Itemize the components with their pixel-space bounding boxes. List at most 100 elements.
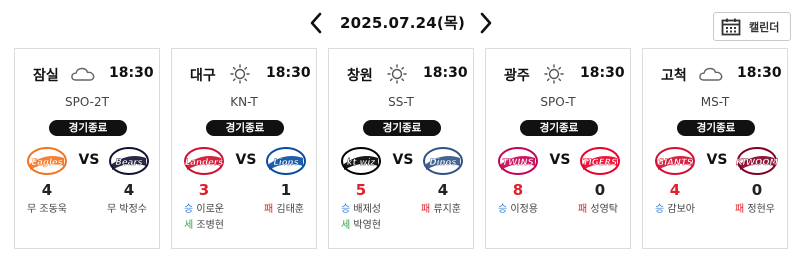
kiwoom-logo: KIWOOM bbox=[736, 147, 779, 175]
game-card[interactable]: 잠실 18:30 SPO-2T 경기종료 Eagles VS Bears 4 4 무 조동욱 무 박… bbox=[14, 48, 160, 249]
stadium-name: 잠실 bbox=[33, 68, 59, 84]
game-header: 잠실 18:30 bbox=[15, 64, 159, 86]
game-time: 18:30 bbox=[423, 65, 468, 81]
game-card[interactable]: 광주 18:30 SPO-T 경기종료 TWINS VS TIGERS 8 0 승 이정용 패 성영… bbox=[485, 48, 631, 249]
away-score: 4 bbox=[669, 181, 681, 199]
giants-logo: GIANTS bbox=[655, 147, 695, 175]
pitcher-result-tag: 패 bbox=[421, 204, 431, 215]
home-pitcher: 무 박정수 bbox=[95, 200, 159, 215]
away-team-logo: GIANTS bbox=[653, 144, 697, 178]
away-score: 8 bbox=[512, 181, 524, 199]
vs-label: VS bbox=[78, 152, 100, 168]
lions-logo: Lions bbox=[266, 147, 306, 175]
logo-text: Eagles bbox=[31, 158, 62, 168]
game-header: 대구 18:30 bbox=[172, 64, 316, 86]
weather bbox=[698, 64, 724, 84]
home-team-logo: TIGERS bbox=[578, 144, 622, 178]
vs-label: VS bbox=[392, 152, 414, 168]
pitcher-name: 성영탁 bbox=[590, 204, 618, 215]
game-time: 18:30 bbox=[266, 65, 311, 81]
game-header: 고척 18:30 bbox=[643, 64, 787, 86]
away-team-logo: kt wiz bbox=[339, 144, 383, 178]
game-card[interactable]: 대구 18:30 KN-T 경기종료 Landers VS Lions 3 1 승 이로운 패 김태… bbox=[171, 48, 317, 249]
sun-icon bbox=[230, 64, 250, 84]
weather bbox=[70, 64, 96, 84]
away-team-logo: Landers bbox=[182, 144, 226, 178]
pitcher-result-tag: 패 bbox=[735, 204, 745, 215]
home-score: 4 bbox=[437, 181, 449, 199]
save-pitcher: 세 박영현 bbox=[329, 216, 393, 231]
pitcher-result-tag: 세 bbox=[184, 220, 194, 231]
pitcher-result-tag: 무 bbox=[107, 204, 117, 215]
logo-text: kt wiz bbox=[347, 158, 375, 168]
pitcher-name: 정현우 bbox=[747, 204, 775, 215]
pitcher-name: 감보아 bbox=[667, 204, 695, 215]
pitcher-name: 박정수 bbox=[119, 204, 147, 215]
broadcast-channel: SPO-T bbox=[540, 95, 576, 109]
game-time: 18:30 bbox=[580, 65, 625, 81]
pitcher-name: 류지훈 bbox=[433, 204, 461, 215]
game-header: 광주 18:30 bbox=[486, 64, 630, 86]
home-pitcher: 패 김태훈 bbox=[252, 200, 316, 215]
stadium-name: 대구 bbox=[190, 68, 216, 84]
pitcher-result-tag: 세 bbox=[341, 220, 351, 231]
pitcher-result-tag: 승 bbox=[498, 204, 508, 215]
away-pitcher: 승 감보아 bbox=[643, 200, 707, 215]
logo-text: Dinos bbox=[430, 158, 457, 168]
tigers-logo: TIGERS bbox=[580, 147, 620, 175]
prev-date-button[interactable] bbox=[304, 10, 328, 36]
calendar-label: 캘린더 bbox=[749, 20, 780, 34]
away-team-logo: Eagles bbox=[25, 144, 69, 178]
stadium-name: 창원 bbox=[347, 68, 373, 84]
away-pitcher: 무 조동욱 bbox=[15, 200, 79, 215]
pitcher-name: 박영현 bbox=[353, 220, 381, 231]
logo-text: GIANTS bbox=[657, 158, 693, 168]
away-team-logo: TWINS bbox=[496, 144, 540, 178]
home-team-logo: KIWOOM bbox=[735, 144, 779, 178]
logo-text: KIWOOM bbox=[736, 158, 779, 168]
stadium-name: 고척 bbox=[661, 68, 687, 84]
bears-logo: Bears bbox=[109, 147, 149, 175]
away-pitcher: 승 이정용 bbox=[486, 200, 550, 215]
pitcher-result-tag: 패 bbox=[264, 204, 274, 215]
dinos-logo: Dinos bbox=[423, 147, 463, 175]
game-status-badge: 경기종료 bbox=[206, 120, 284, 136]
pitcher-result-tag: 패 bbox=[578, 204, 588, 215]
away-score: 5 bbox=[355, 181, 367, 199]
logo-text: Bears bbox=[115, 158, 142, 168]
weather bbox=[227, 64, 253, 84]
landers-logo: Landers bbox=[184, 147, 224, 175]
next-date-button[interactable] bbox=[474, 10, 498, 36]
weather bbox=[384, 64, 410, 84]
game-card[interactable]: 창원 18:30 SS-T 경기종료 kt wiz VS Dinos 5 4 승 배제성 패 류지훈… bbox=[328, 48, 474, 249]
pitcher-name: 김태훈 bbox=[276, 204, 304, 215]
logo-text: Lions bbox=[273, 158, 298, 168]
home-pitcher: 패 성영탁 bbox=[566, 200, 630, 215]
pitcher-name: 배제성 bbox=[353, 204, 381, 215]
home-pitcher: 패 정현우 bbox=[723, 200, 787, 215]
game-status-badge: 경기종료 bbox=[677, 120, 755, 136]
home-score: 4 bbox=[123, 181, 135, 199]
broadcast-channel: SS-T bbox=[388, 95, 414, 109]
logo-text: Landers bbox=[185, 158, 223, 168]
vs-label: VS bbox=[706, 152, 728, 168]
pitcher-name: 이로운 bbox=[196, 204, 224, 215]
game-card[interactable]: 고척 18:30 MS-T 경기종료 GIANTS VS KIWOOM 4 0 승 감보아 패 정현… bbox=[642, 48, 788, 249]
current-date: 2025.07.24(목) bbox=[340, 14, 466, 32]
broadcast-channel: KN-T bbox=[230, 95, 258, 109]
chevron-right-icon bbox=[480, 12, 492, 34]
chevron-left-icon bbox=[310, 12, 322, 34]
pitcher-result-tag: 승 bbox=[655, 204, 665, 215]
sun-icon bbox=[544, 64, 564, 84]
pitcher-result-tag: 무 bbox=[27, 204, 37, 215]
home-team-logo: Lions bbox=[264, 144, 308, 178]
pitcher-name: 이정용 bbox=[510, 204, 538, 215]
pitcher-result-tag: 승 bbox=[184, 204, 194, 215]
home-score: 0 bbox=[594, 181, 606, 199]
cloud-icon bbox=[699, 67, 723, 81]
away-score: 4 bbox=[41, 181, 53, 199]
home-pitcher: 패 류지훈 bbox=[409, 200, 473, 215]
home-score: 0 bbox=[751, 181, 763, 199]
calendar-button[interactable]: 캘린더 bbox=[713, 12, 791, 41]
weather bbox=[541, 64, 567, 84]
